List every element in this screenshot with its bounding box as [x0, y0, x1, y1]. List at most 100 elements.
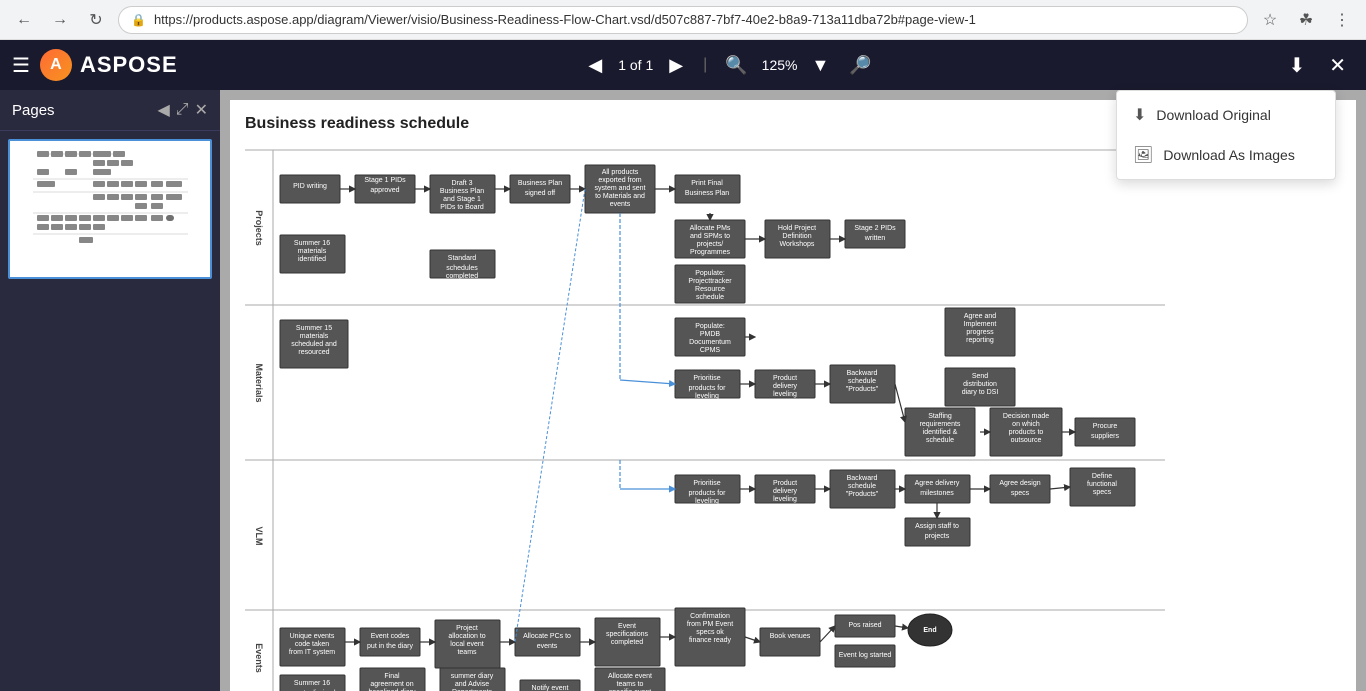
sidebar-controls: ◀ ⤢ ✕ — [157, 100, 208, 120]
svg-text:"Products": "Products" — [846, 386, 879, 393]
svg-text:projects/: projects/ — [697, 241, 724, 248]
next-page-button[interactable]: ▶ — [661, 51, 691, 80]
svg-text:Event log started: Event log started — [839, 652, 892, 659]
svg-text:Projecttracker: Projecttracker — [688, 278, 732, 285]
download-original-item[interactable]: ⬇ Download Original — [1117, 95, 1335, 135]
svg-text:projects: projects — [925, 533, 950, 540]
svg-text:resourced: resourced — [298, 349, 329, 356]
zoom-in-button[interactable]: 🔍 — [719, 53, 753, 78]
bookmark-button[interactable]: ☆ — [1256, 6, 1284, 34]
svg-text:teams to: teams to — [617, 681, 644, 688]
svg-text:schedules: schedules — [446, 265, 478, 272]
sidebar-expand-button[interactable]: ⤢ — [176, 100, 189, 120]
svg-text:Allocate event: Allocate event — [608, 673, 652, 680]
svg-text:Backward: Backward — [847, 370, 878, 377]
address-bar[interactable]: 🔒 https://products.aspose.app/diagram/Vi… — [118, 6, 1248, 34]
svg-text:leveling: leveling — [695, 393, 719, 400]
download-original-icon: ⬇ — [1133, 105, 1146, 125]
svg-text:functional: functional — [1087, 481, 1117, 488]
svg-text:Define: Define — [1092, 473, 1112, 480]
svg-text:put in the diary: put in the diary — [367, 643, 413, 650]
svg-text:distribution: distribution — [963, 381, 997, 388]
svg-text:CPMS: CPMS — [700, 347, 721, 354]
separator: | — [703, 56, 707, 74]
svg-text:Staffing: Staffing — [928, 413, 952, 420]
sidebar: Pages ◀ ⤢ ✕ — [0, 90, 220, 691]
svg-text:identified: identified — [298, 256, 326, 263]
svg-text:teams: teams — [457, 649, 477, 656]
svg-text:finance ready: finance ready — [689, 637, 732, 644]
svg-text:specs: specs — [1011, 490, 1030, 497]
svg-text:Populate:: Populate: — [695, 270, 725, 277]
svg-text:"Products": "Products" — [846, 491, 879, 498]
prev-page-button[interactable]: ◀ — [580, 51, 610, 80]
svg-text:Confirmation: Confirmation — [690, 613, 730, 620]
svg-text:Agree design: Agree design — [999, 480, 1040, 487]
svg-text:Unique events: Unique events — [290, 633, 335, 640]
svg-text:from IT system: from IT system — [289, 649, 335, 656]
svg-text:schedule: schedule — [696, 294, 724, 301]
svg-text:to Materials and: to Materials and — [595, 193, 645, 200]
svg-text:Backward: Backward — [847, 475, 878, 482]
svg-text:identified &: identified & — [923, 429, 958, 436]
svg-text:Notify event: Notify event — [532, 685, 569, 691]
svg-text:Book venues: Book venues — [770, 633, 811, 640]
refresh-button[interactable]: ↻ — [82, 6, 110, 34]
svg-text:Stage 2 PIDs: Stage 2 PIDs — [854, 225, 896, 232]
more-button[interactable]: ⋮ — [1328, 6, 1356, 34]
logo-text: ASPOSE — [80, 52, 178, 78]
svg-text:and SPMs to: and SPMs to — [690, 233, 730, 240]
svg-text:allocation to: allocation to — [448, 633, 485, 640]
svg-text:signed off: signed off — [525, 190, 555, 197]
svg-text:scheduled and: scheduled and — [291, 341, 337, 348]
content-area: Business readiness schedule — [220, 90, 1366, 691]
svg-text:Project: Project — [456, 625, 478, 632]
download-images-item[interactable]: 🖼 Download As Images — [1117, 135, 1335, 175]
svg-text:Final: Final — [384, 673, 400, 680]
browser-bar: ← → ↻ 🔒 https://products.aspose.app/diag… — [0, 0, 1366, 40]
sidebar-prev-button[interactable]: ◀ — [157, 100, 169, 120]
svg-text:Assign staff to: Assign staff to — [915, 523, 959, 530]
profile-button[interactable]: ☘ — [1292, 6, 1320, 34]
hamburger-icon[interactable]: ☰ — [12, 53, 30, 78]
svg-text:Event codes: Event codes — [371, 633, 410, 640]
svg-text:Product: Product — [773, 375, 797, 382]
svg-text:leveling: leveling — [773, 496, 797, 503]
svg-text:Populate:: Populate: — [695, 323, 725, 330]
svg-text:suppliers: suppliers — [1091, 433, 1120, 440]
svg-text:Resource: Resource — [695, 286, 725, 293]
svg-text:Documentum: Documentum — [689, 339, 731, 346]
toolbar-right: ⬇ ✕ — [1280, 49, 1354, 82]
svg-text:Business Plan: Business Plan — [440, 188, 484, 195]
forward-button[interactable]: → — [46, 6, 74, 34]
svg-text:Materials: Materials — [254, 363, 264, 402]
flowchart-svg: Projects Materials VLM Events PID writin… — [245, 145, 1165, 691]
close-button[interactable]: ✕ — [1321, 49, 1354, 82]
svg-text:leveling: leveling — [773, 391, 797, 398]
zoom-dropdown-button[interactable]: ▼ — [805, 53, 835, 78]
svg-text:Summer 15: Summer 15 — [296, 325, 332, 332]
svg-text:Summer 16: Summer 16 — [294, 240, 330, 247]
download-button[interactable]: ⬇ — [1280, 49, 1313, 82]
page-thumbnail-1[interactable] — [8, 139, 212, 279]
back-button[interactable]: ← — [10, 6, 38, 34]
svg-text:Prioritise: Prioritise — [693, 480, 720, 487]
svg-text:events: events — [610, 201, 631, 208]
svg-text:Standard: Standard — [448, 255, 477, 262]
svg-text:local event: local event — [450, 641, 484, 648]
svg-text:End: End — [923, 627, 936, 634]
diagram-container[interactable]: Business readiness schedule — [220, 90, 1366, 691]
svg-text:delivery: delivery — [773, 383, 798, 390]
svg-text:Prioritise: Prioritise — [693, 375, 720, 382]
svg-text:outsource: outsource — [1011, 437, 1042, 444]
svg-text:schedule: schedule — [848, 483, 876, 490]
svg-text:exported from: exported from — [598, 177, 641, 184]
svg-text:Projects: Projects — [254, 210, 264, 246]
sidebar-title: Pages — [12, 102, 55, 119]
svg-text:products for: products for — [689, 490, 727, 497]
svg-text:Stage 1 PIDs: Stage 1 PIDs — [364, 177, 406, 184]
sidebar-close-button[interactable]: ✕ — [195, 100, 208, 120]
svg-text:schedule: schedule — [848, 378, 876, 385]
svg-text:completed: completed — [611, 639, 643, 646]
zoom-out-button[interactable]: 🔎 — [843, 53, 877, 78]
